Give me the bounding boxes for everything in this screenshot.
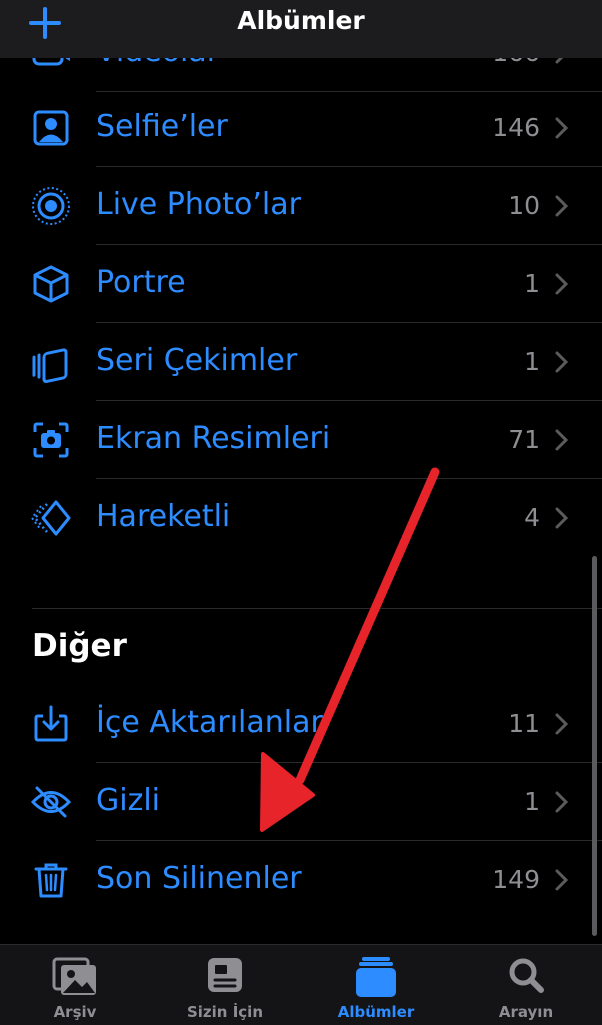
section-divider xyxy=(32,608,602,609)
for-you-icon xyxy=(208,958,242,992)
live-photo-icon xyxy=(32,187,70,225)
screenshot-icon xyxy=(33,422,69,458)
album-count: 146 xyxy=(492,113,540,142)
album-label: Selfie’ler xyxy=(96,109,228,144)
album-count: 4 xyxy=(524,503,540,532)
section-title-diger: Diğer xyxy=(32,628,127,664)
tab-arayin[interactable]: Arayın xyxy=(451,945,601,1025)
tab-arsiv[interactable]: Arşiv xyxy=(0,945,150,1025)
album-label: Hareketli xyxy=(96,499,231,534)
album-row-seri-cekimler[interactable]: Seri Çekimler 1 xyxy=(0,323,602,401)
cube-icon xyxy=(33,265,69,303)
page-title: Albümler xyxy=(237,6,365,35)
album-row-ice-aktarilanlar[interactable]: İçe Aktarılanlar 11 xyxy=(0,685,602,763)
chevron-right-icon xyxy=(555,507,569,529)
album-label: Seri Çekimler xyxy=(96,343,298,378)
chevron-right-icon xyxy=(555,713,569,735)
album-label: Live Photo’lar xyxy=(96,187,301,222)
tab-bar: Arşiv Sizin İçin Albümler Arayın xyxy=(0,944,602,1025)
album-label: Ekran Resimleri xyxy=(96,421,331,456)
album-row-selfie[interactable]: Selfie’ler 146 xyxy=(0,89,602,167)
chevron-right-icon xyxy=(555,429,569,451)
chevron-right-icon xyxy=(555,195,569,217)
album-row-son-silinenler[interactable]: Son Silinenler 149 xyxy=(0,841,602,919)
album-label: Son Silinenler xyxy=(96,861,302,896)
album-count: 1 xyxy=(524,787,540,816)
tab-label: Sizin İçin xyxy=(186,1003,263,1021)
tab-label: Albümler xyxy=(337,1003,415,1021)
chevron-right-icon xyxy=(555,351,569,373)
chevron-right-icon xyxy=(555,791,569,813)
chevron-right-icon xyxy=(555,869,569,891)
album-count: 149 xyxy=(492,865,540,894)
import-icon xyxy=(34,705,68,742)
nav-header: Albümler xyxy=(0,0,602,58)
album-count: 1 xyxy=(524,347,540,376)
burst-icon xyxy=(32,348,68,383)
album-row-portre[interactable]: Portre 1 xyxy=(0,245,602,323)
album-label: İçe Aktarılanlar xyxy=(96,705,323,740)
album-count: 11 xyxy=(508,709,540,738)
tab-label: Arayın xyxy=(498,1003,554,1021)
albums-icon xyxy=(356,957,396,997)
album-label: Gizli xyxy=(96,783,160,818)
album-row-live-photo[interactable]: Live Photo’lar 10 xyxy=(0,167,602,245)
album-label: Portre xyxy=(96,265,186,300)
tab-sizin-icin[interactable]: Sizin İçin xyxy=(150,945,300,1025)
photos-icon xyxy=(52,957,96,995)
chevron-right-icon xyxy=(555,117,569,139)
tab-label: Arşiv xyxy=(53,1003,97,1021)
animated-icon xyxy=(30,500,71,536)
chevron-right-icon xyxy=(555,273,569,295)
scrollbar[interactable] xyxy=(592,556,597,936)
album-count: 1 xyxy=(524,269,540,298)
hidden-eye-icon xyxy=(30,786,72,818)
selfie-icon xyxy=(33,110,69,146)
trash-icon xyxy=(34,863,68,898)
album-row-gizli[interactable]: Gizli 1 xyxy=(0,763,602,841)
tab-albumler[interactable]: Albümler xyxy=(301,945,451,1025)
album-row-hareketli[interactable]: Hareketli 4 xyxy=(0,479,602,557)
album-count: 71 xyxy=(508,425,540,454)
album-row-ekran-resimleri[interactable]: Ekran Resimleri 71 xyxy=(0,401,602,479)
search-icon xyxy=(509,958,544,993)
album-count: 10 xyxy=(508,191,540,220)
